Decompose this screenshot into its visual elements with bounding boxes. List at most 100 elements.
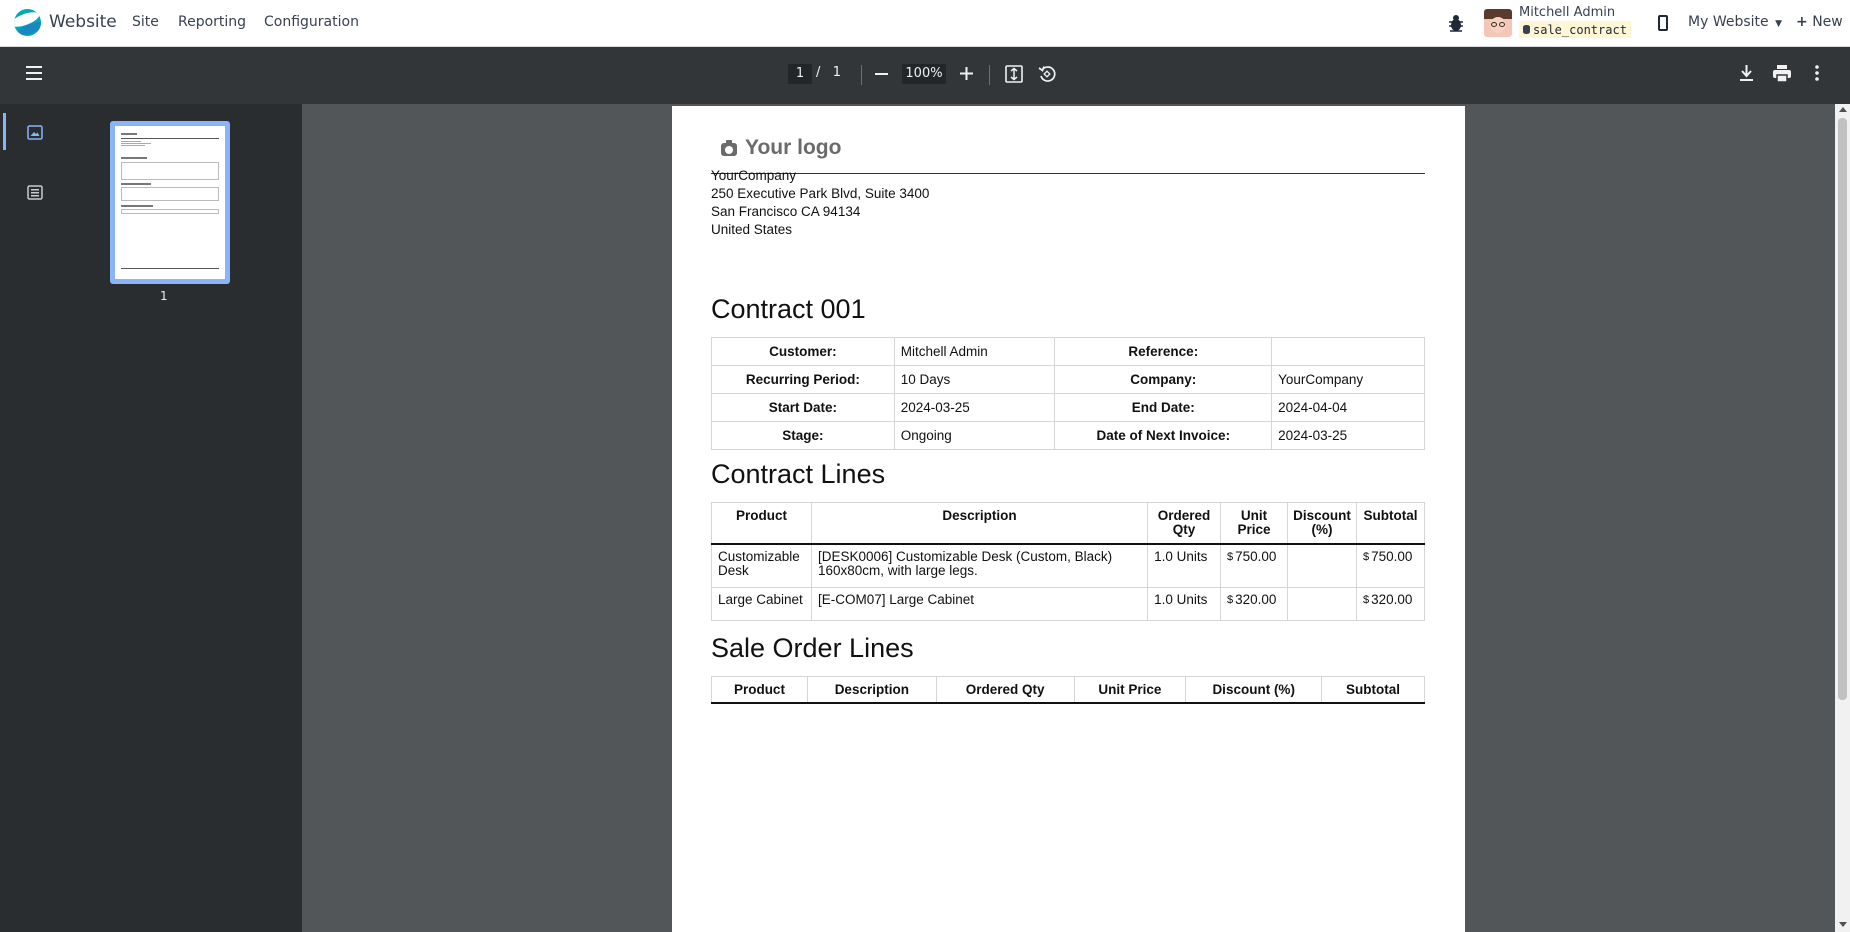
camera-icon [721,140,737,156]
reference-value [1271,337,1425,366]
caret-down-icon: ▼ [1775,19,1782,29]
next-invoice-value: 2024-03-25 [1271,421,1425,450]
line-subtotal: $750.00 [1355,543,1426,588]
recurring-period-value: 10 Days [893,365,1056,394]
logo-placeholder: Your logo [745,136,842,159]
page-separator: / [816,65,821,80]
col-product: Product [711,676,808,704]
database-badge: sale_contract [1519,21,1631,38]
mobile-preview-icon[interactable] [1658,15,1668,31]
company-street: 250 Executive Park Blvd, Suite 3400 [711,186,930,201]
start-date-value: 2024-03-25 [893,393,1056,422]
avatar[interactable] [1484,9,1512,37]
thumbnail-view-icon[interactable] [27,125,43,140]
recurring-period-label: Recurring Period: [711,365,895,394]
bug-icon[interactable] [1447,12,1465,34]
pdf-toolbar: 1 / 1 100% [0,47,1850,104]
reference-label: Reference: [1054,337,1273,366]
new-button[interactable]: + New [1796,14,1843,30]
table-row: Customer: Mitchell Admin Reference: [711,337,1425,366]
table-row: Large Cabinet [E-COM07] Large Cabinet 1.… [711,586,1426,621]
col-subtotal: Subtotal [1355,502,1426,545]
line-discount [1286,586,1357,621]
company-city: San Francisco CA 94134 [711,204,861,219]
toolbar-divider [989,65,990,85]
stage-label: Stage: [711,421,895,450]
thumbnail-page-number: 1 [160,289,168,303]
menu-configuration[interactable]: Configuration [264,14,359,30]
end-date-value: 2024-04-04 [1271,393,1425,422]
table-row: Customizable Desk [DESK0006] Customizable… [711,543,1426,588]
line-subtotal: $320.00 [1355,586,1426,621]
top-navbar: Website Site Reporting Configuration Mit… [0,0,1850,47]
col-ordered-qty: Ordered Qty [935,676,1075,704]
contract-title: Contract 001 [711,294,866,324]
scroll-down-icon[interactable] [1839,922,1847,927]
logo-header: Your logo [711,131,1425,174]
sale-order-lines-title: Sale Order Lines [711,633,914,663]
col-ordered-qty: Ordered Qty [1147,502,1222,545]
line-product: Customizable Desk [711,543,812,588]
col-discount: Discount (%) [1185,676,1323,704]
page-number-input[interactable]: 1 [788,64,812,84]
customer-label: Customer: [711,337,895,366]
col-description: Description [810,502,1149,545]
app-name[interactable]: Website [49,12,117,32]
zoom-level[interactable]: 100% [902,64,946,84]
table-header-row: Product Description Ordered Qty Unit Price… [711,502,1426,545]
table-header-row: Product Description Ordered Qty Unit Pri… [711,676,1425,704]
total-pages: 1 [832,65,842,80]
database-icon [1523,25,1530,34]
rotate-icon[interactable] [1038,65,1056,83]
more-icon[interactable] [1815,65,1819,81]
database-name: sale_contract [1533,22,1627,37]
contract-lines-title: Contract Lines [711,459,886,489]
page-count: / 1 [816,65,841,80]
line-description: [E-COM07] Large Cabinet [810,586,1149,621]
col-unit-price: Unit Price [1220,502,1288,545]
col-subtotal: Subtotal [1321,676,1425,704]
contract-lines-table: Product Description Ordered Qty Unit Price… [711,502,1426,621]
company-label: Company: [1054,365,1273,394]
col-product: Product [711,502,812,545]
col-unit-price: Unit Price [1073,676,1187,704]
line-discount [1286,543,1357,588]
table-row: Stage: Ongoing Date of Next Invoice: 202… [711,421,1425,450]
line-description: [DESK0006] Customizable Desk (Custom, Bl… [810,543,1149,588]
company-value: YourCompany [1271,365,1425,394]
scrollbar-thumb[interactable] [1838,118,1847,700]
toolbar-divider [861,65,862,85]
next-invoice-label: Date of Next Invoice: [1054,421,1273,450]
fit-page-icon[interactable] [1005,65,1023,83]
user-name[interactable]: Mitchell Admin [1519,5,1615,20]
new-button-label: New [1812,14,1843,30]
stage-value: Ongoing [893,421,1056,450]
menu-site[interactable]: Site [132,14,159,30]
zoom-in-icon[interactable] [960,67,973,80]
menu-reporting[interactable]: Reporting [178,14,246,30]
line-qty: 1.0 Units [1147,543,1222,588]
website-selector-label: My Website [1688,14,1769,30]
download-icon[interactable] [1739,65,1754,82]
contract-info-table: Customer: Mitchell Admin Reference: Recu… [711,337,1425,450]
pdf-page: Your logo YourCompany 250 Executive Park… [672,106,1465,932]
outline-view-icon[interactable] [27,185,43,200]
line-unit-price: $320.00 [1220,586,1288,621]
zoom-out-icon[interactable] [875,73,888,75]
app-logo-icon[interactable] [14,9,41,36]
customer-value: Mitchell Admin [893,337,1056,366]
scroll-up-icon[interactable] [1839,107,1847,112]
menu-icon[interactable] [26,66,42,80]
line-unit-price: $750.00 [1220,543,1288,588]
rail-active-indicator [3,113,6,150]
line-product: Large Cabinet [711,586,812,621]
col-description: Description [806,676,937,704]
col-discount: Discount (%) [1286,502,1357,545]
website-selector[interactable]: My Website ▼ [1688,14,1782,30]
line-qty: 1.0 Units [1147,586,1222,621]
sale-order-lines-table: Product Description Ordered Qty Unit Pri… [711,676,1425,704]
sidebar-rail [0,104,70,932]
print-icon[interactable] [1773,65,1791,82]
page-thumbnail[interactable] [110,121,230,284]
table-row: Recurring Period: 10 Days Company: YourC… [711,365,1425,394]
